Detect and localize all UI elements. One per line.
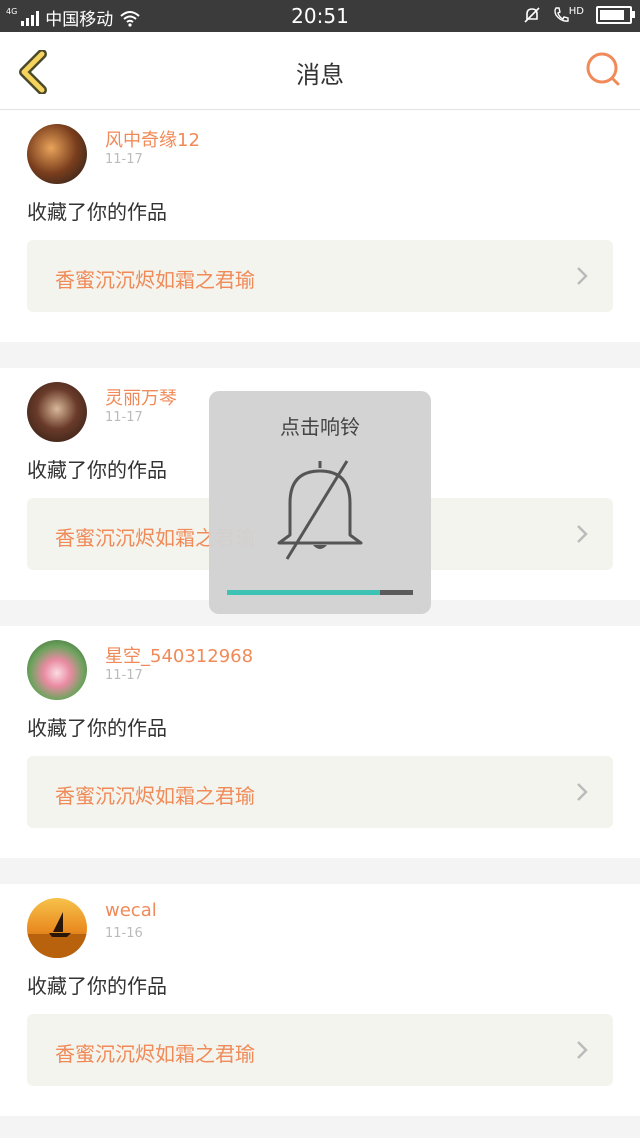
search-icon [586,52,620,86]
back-button[interactable] [14,49,54,95]
sailboat-graphic [27,912,87,958]
chevron-right-icon [577,525,588,543]
work-link[interactable]: 香蜜沉沉烬如霜之君瑜 [27,756,613,828]
chevron-right-icon [577,267,588,285]
battery-icon [596,6,635,24]
header-bar: 消息 [0,32,640,110]
action-text: 收藏了你的作品 [27,458,167,482]
work-title: 香蜜沉沉烬如霜之君瑜 [55,784,255,808]
message-card[interactable]: 星空_540312968 11-17 收藏了你的作品 香蜜沉沉烬如霜之君瑜 [0,626,640,858]
avatar[interactable] [27,640,87,700]
action-text: 收藏了你的作品 [27,716,167,740]
status-bar: 4G 中国移动 20:51 HD [0,0,640,32]
username[interactable]: 星空_540312968 [105,642,253,668]
work-title: 香蜜沉沉烬如霜之君瑜 [55,1042,255,1066]
volume-level [227,590,380,595]
work-link[interactable]: 香蜜沉沉烬如霜之君瑜 [27,240,613,312]
action-text: 收藏了你的作品 [27,974,167,998]
avatar[interactable] [27,124,87,184]
username[interactable]: wecal [105,900,157,921]
page-title: 消息 [296,61,344,89]
status-right: HD [523,6,635,24]
avatar[interactable] [27,898,87,958]
volume-bar [227,590,413,595]
message-card[interactable]: wecal 11-16 收藏了你的作品 香蜜沉沉烬如霜之君瑜 [0,884,640,1116]
username[interactable]: 灵丽万琴 [105,384,177,410]
work-link[interactable]: 香蜜沉沉烬如霜之君瑜 [27,1014,613,1086]
search-button[interactable] [584,50,624,90]
ringer-toast: 点击响铃 [209,391,431,614]
action-text: 收藏了你的作品 [27,200,167,224]
work-title: 香蜜沉沉烬如霜之君瑜 [55,268,255,292]
chevron-left-icon [19,49,47,95]
message-date: 11-16 [105,926,143,941]
message-date: 11-17 [105,668,143,683]
call-hd-icon: HD [553,6,584,24]
bell-muted-status-icon [524,7,540,23]
chevron-right-icon [577,783,588,801]
message-date: 11-17 [105,410,143,425]
chevron-right-icon [577,1041,588,1059]
toast-title: 点击响铃 [280,415,360,439]
hd-label: HD [568,6,584,17]
message-date: 11-17 [105,152,143,167]
avatar[interactable] [27,382,87,442]
message-card[interactable]: 风中奇缘12 11-17 收藏了你的作品 香蜜沉沉烬如霜之君瑜 [0,110,640,342]
bell-muted-icon [277,460,363,560]
username[interactable]: 风中奇缘12 [105,126,200,152]
